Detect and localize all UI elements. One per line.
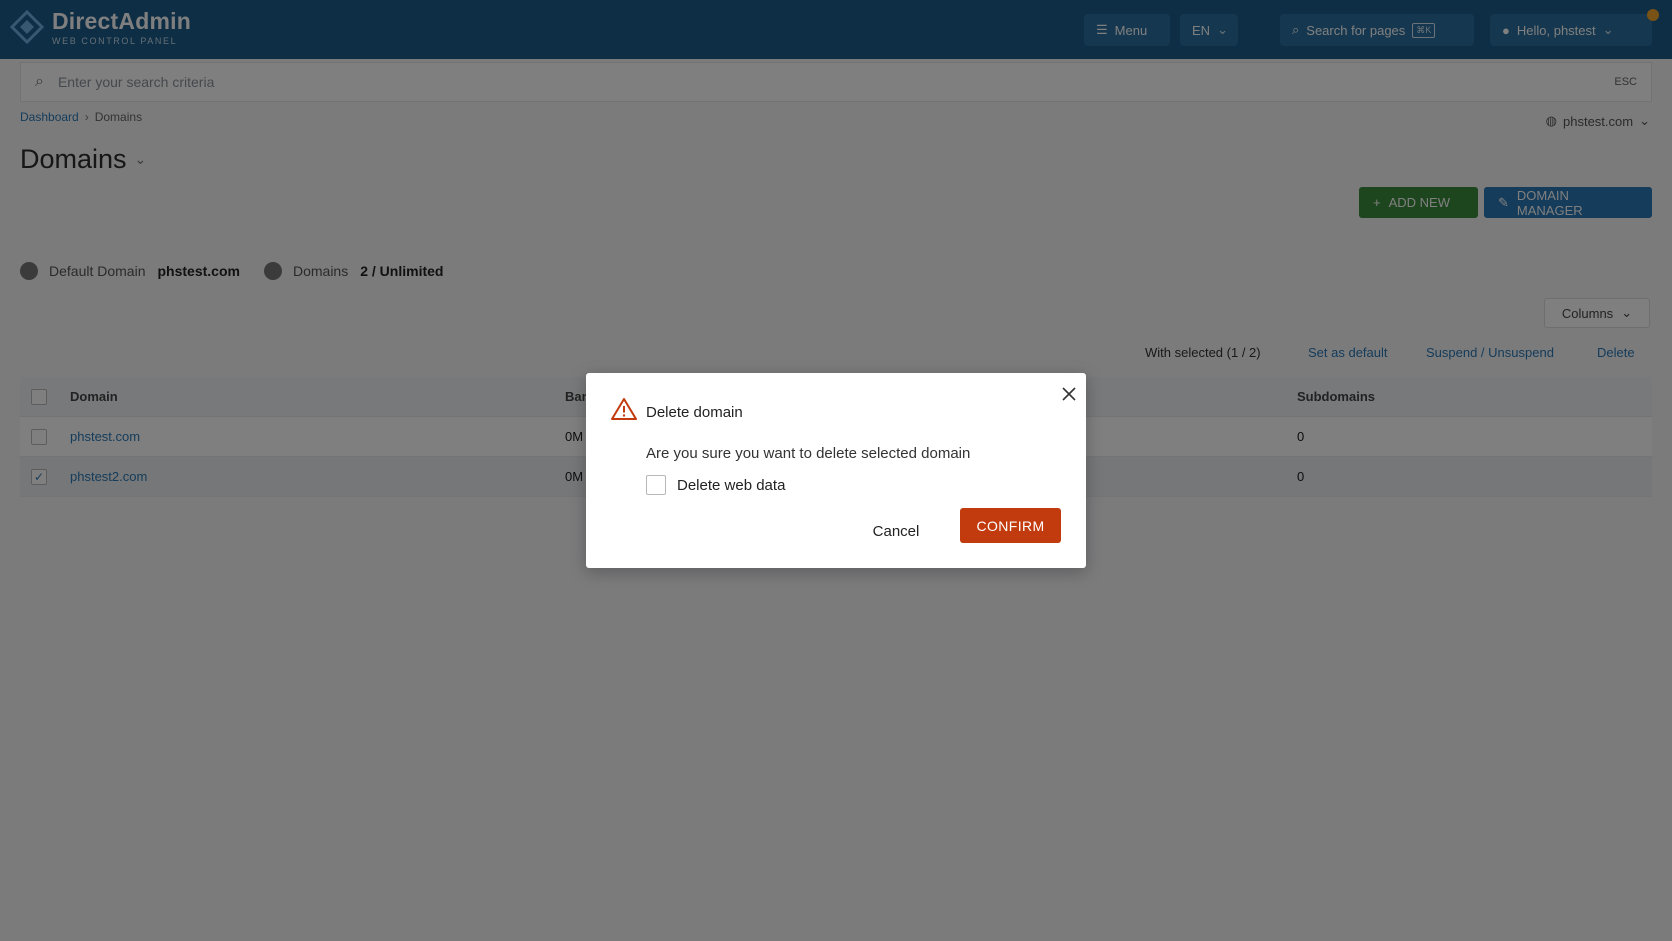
dialog-title: Delete domain: [646, 404, 743, 421]
delete-web-data-label: Delete web data: [677, 476, 786, 494]
close-icon[interactable]: [1060, 385, 1078, 403]
cancel-button[interactable]: Cancel: [872, 516, 920, 546]
delete-web-data-option[interactable]: Delete web data: [646, 475, 785, 495]
warning-icon: [611, 397, 637, 421]
dialog-message: Are you sure you want to delete selected…: [646, 445, 971, 462]
delete-domain-dialog: Delete domain Are you sure you want to d…: [586, 373, 1086, 568]
delete-web-data-checkbox[interactable]: [646, 475, 666, 495]
confirm-button[interactable]: CONFIRM: [960, 508, 1061, 543]
